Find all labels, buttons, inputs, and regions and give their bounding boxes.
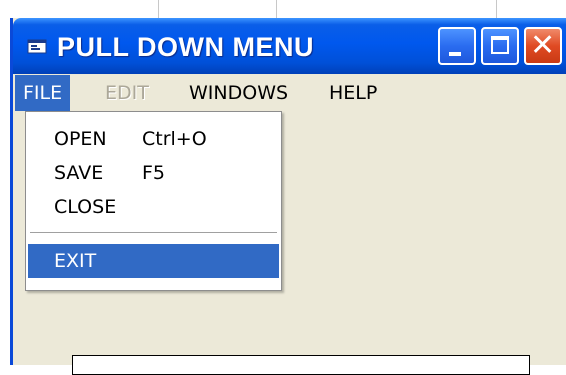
menu-bar: FILE EDIT WINDOWS HELP — [13, 75, 566, 111]
minimize-button[interactable] — [438, 27, 476, 65]
menu-item-label: OPEN — [54, 128, 107, 150]
menu-separator — [30, 232, 277, 234]
close-icon: ✕ — [530, 28, 556, 63]
menu-item-close[interactable]: CLOSE — [28, 190, 279, 224]
background-gridline — [496, 0, 497, 20]
menu-item-shortcut: F5 — [142, 162, 166, 184]
background-gridline — [276, 0, 277, 20]
title-bar[interactable]: PULL DOWN MENU ✕ — [13, 18, 566, 74]
menu-item-label: CLOSE — [54, 196, 117, 218]
maximize-button[interactable] — [481, 27, 519, 65]
maximize-icon — [491, 36, 509, 54]
menu-item-save[interactable]: SAVE F5 — [28, 156, 279, 190]
menu-file[interactable]: FILE — [15, 75, 71, 111]
menu-item-label: SAVE — [54, 162, 104, 184]
text-box[interactable] — [72, 355, 530, 375]
menu-windows[interactable]: WINDOWS — [181, 75, 296, 111]
menu-item-shortcut: Ctrl+O — [142, 128, 207, 150]
background-gridline — [158, 0, 159, 20]
file-dropdown-menu: OPEN Ctrl+O SAVE F5 CLOSE EXIT — [25, 111, 282, 291]
window-title: PULL DOWN MENU — [57, 32, 314, 62]
app-icon[interactable] — [27, 38, 49, 56]
menu-help[interactable]: HELP — [321, 75, 385, 111]
menu-item-label: EXIT — [54, 250, 97, 272]
close-button[interactable]: ✕ — [524, 27, 562, 65]
menu-item-open[interactable]: OPEN Ctrl+O — [28, 122, 279, 156]
menu-item-exit[interactable]: EXIT — [28, 244, 279, 278]
app-window: PULL DOWN MENU ✕ FILE EDIT WINDOWS HELP … — [10, 18, 566, 365]
menu-edit[interactable]: EDIT — [97, 75, 157, 111]
minimize-icon — [449, 52, 461, 56]
